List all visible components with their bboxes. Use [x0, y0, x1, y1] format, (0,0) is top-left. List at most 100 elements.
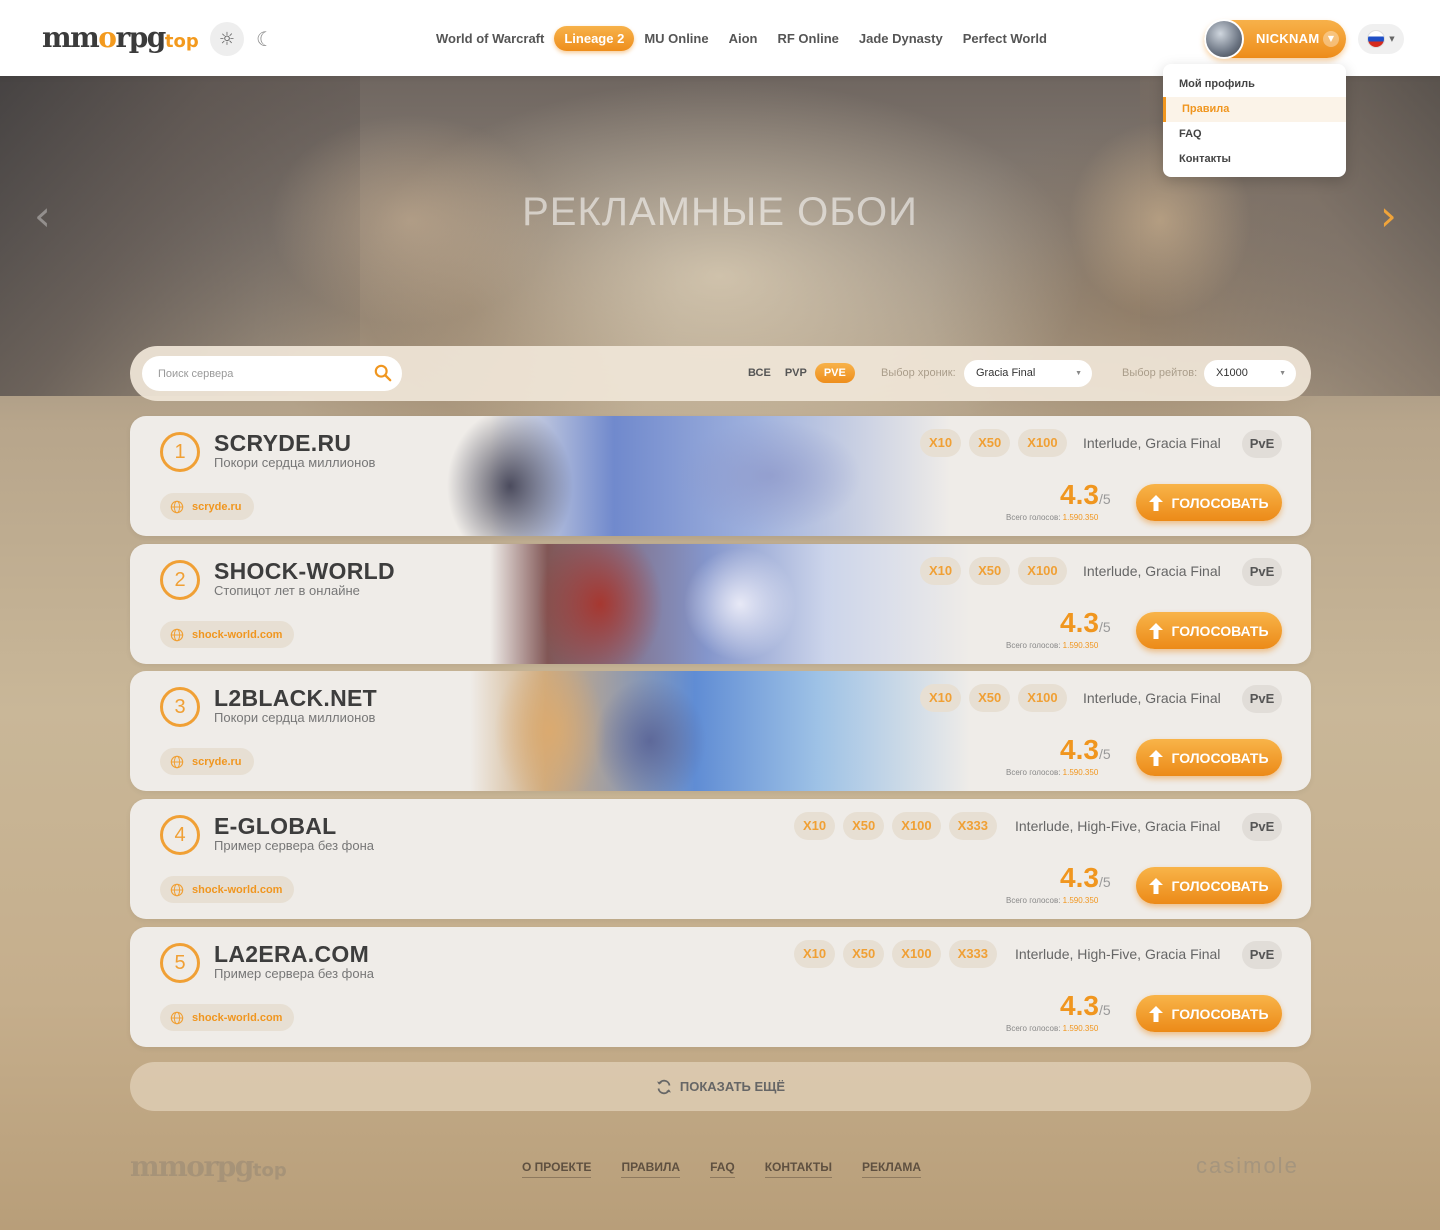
server-site-link[interactable]: scryde.ru	[160, 493, 254, 520]
studio-logo[interactable]: casimole	[1196, 1153, 1299, 1179]
vote-button[interactable]: ГОЛОСОВАТЬ	[1136, 739, 1282, 776]
language-selector[interactable]: ▼	[1358, 24, 1404, 54]
chronicle-value: Gracia Final	[976, 367, 1036, 379]
server-site-link[interactable]: shock-world.com	[160, 1004, 295, 1031]
type-filters: ВСЕ PVP PVE	[742, 363, 855, 383]
server-card[interactable]: 2 SHOCK-WORLD Стопицот лет в онлайне sho…	[130, 544, 1311, 664]
rate-select[interactable]: X1000 ▼	[1204, 360, 1296, 387]
server-card[interactable]: 5 LA2ERA.COM Пример сервера без фона sho…	[130, 927, 1311, 1047]
game-nav: World of Warcraft Lineage 2 MU Online Ai…	[426, 26, 1057, 51]
rate-chip: X50	[843, 940, 885, 968]
rate-chip: X50	[969, 557, 1011, 585]
filter-pve[interactable]: PVE	[814, 363, 855, 383]
server-site-text: shock-world.com	[192, 883, 283, 896]
filter-all[interactable]: ВСЕ	[742, 363, 777, 383]
rate-value: X1000	[1216, 367, 1248, 379]
site-logo[interactable]: mmorpgtop	[42, 20, 199, 56]
rate-chip: X333	[948, 812, 998, 840]
server-name[interactable]: SHOCK-WORLD	[214, 558, 395, 585]
globe-icon	[170, 1011, 184, 1024]
dropdown-item-profile[interactable]: Мой профиль	[1163, 72, 1346, 97]
slider-prev-icon[interactable]: ‹	[34, 195, 64, 237]
votes-total: Всего голосов: 1.590.350	[1006, 641, 1099, 650]
votes-total: Всего голосов: 1.590.350	[1006, 1024, 1099, 1033]
rank-badge: 3	[160, 687, 200, 727]
rate-label: Выбор рейтов:	[1122, 367, 1198, 379]
filter-bar: ВСЕ PVP PVE Выбор хроник: Gracia Final ▼…	[130, 346, 1311, 401]
server-description: Пример сервера без фона	[214, 838, 375, 853]
rate-chip: X50	[969, 684, 1011, 712]
rate-chip: X10	[920, 684, 962, 712]
server-name[interactable]: LA2ERA.COM	[214, 941, 369, 968]
nav-item[interactable]: World of Warcraft	[426, 26, 554, 51]
footer-link-faq[interactable]: FAQ	[710, 1160, 735, 1178]
server-name[interactable]: E-GLOBAL	[214, 813, 337, 840]
server-rating: 4.3/5	[1060, 862, 1111, 893]
footer-logo[interactable]: mmorpgtop	[130, 1150, 287, 1183]
user-menu-button[interactable]: NICKNAM ▼	[1204, 19, 1346, 59]
server-card[interactable]: 1 SCRYDE.RU Покори сердца миллионов scry…	[130, 416, 1311, 536]
server-site-link[interactable]: shock-world.com	[160, 876, 295, 903]
rate-chip: X100	[1018, 429, 1067, 457]
rate-chips: X10 X50 X100	[920, 557, 1067, 585]
user-name: NICKNAM	[1256, 31, 1320, 46]
vote-button[interactable]: ГОЛОСОВАТЬ	[1136, 995, 1282, 1032]
slider-next-icon[interactable]: ›	[1380, 195, 1410, 237]
nav-item-active[interactable]: Lineage 2	[554, 26, 635, 51]
server-chronicles: Interlude, Gracia Final	[1083, 435, 1221, 451]
server-description: Стопицот лет в онлайне	[214, 583, 360, 598]
dropdown-item-faq[interactable]: FAQ	[1163, 122, 1346, 147]
sun-icon[interactable]: ☼	[210, 22, 244, 56]
chronicle-select[interactable]: Gracia Final ▼	[964, 360, 1092, 387]
footer-link-contacts[interactable]: КОНТАКТЫ	[764, 1160, 832, 1178]
votes-total: Всего голосов: 1.590.350	[1006, 896, 1099, 905]
server-site-text: shock-world.com	[192, 1011, 283, 1024]
rank-badge: 1	[160, 432, 200, 472]
server-rating: 4.3/5	[1060, 734, 1111, 765]
server-description: Покори сердца миллионов	[214, 455, 376, 470]
server-rating: 4.3/5	[1060, 990, 1111, 1021]
server-card[interactable]: 4 E-GLOBAL Пример сервера без фона shock…	[130, 799, 1311, 919]
nav-item[interactable]: Aion	[719, 26, 768, 51]
server-banner-art	[470, 671, 970, 791]
moon-icon[interactable]: ☾	[252, 26, 278, 52]
vote-button[interactable]: ГОЛОСОВАТЬ	[1136, 867, 1282, 904]
search-box	[142, 356, 402, 391]
vote-button[interactable]: ГОЛОСОВАТЬ	[1136, 484, 1282, 521]
filter-pvp[interactable]: PVP	[779, 363, 813, 383]
search-input[interactable]	[158, 356, 358, 391]
show-more-label: ПОКАЗАТЬ ЕЩЁ	[679, 1079, 786, 1094]
chevron-down-icon: ▼	[1389, 35, 1395, 43]
server-name[interactable]: L2BLACK.NET	[214, 685, 377, 712]
nav-item[interactable]: Jade Dynasty	[849, 26, 953, 51]
rate-chip: X50	[969, 429, 1011, 457]
search-icon[interactable]	[374, 364, 392, 382]
rate-chip: X100	[1018, 557, 1067, 585]
server-site-link[interactable]: shock-world.com	[160, 621, 295, 648]
server-name[interactable]: SCRYDE.RU	[214, 430, 351, 457]
dropdown-item-contacts[interactable]: Контакты	[1163, 147, 1346, 172]
footer-link-rules[interactable]: ПРАВИЛА	[621, 1160, 681, 1178]
show-more-button[interactable]: ПОКАЗАТЬ ЕЩЁ	[130, 1062, 1311, 1111]
server-card[interactable]: 3 L2BLACK.NET Покори сердца миллионов sc…	[130, 671, 1311, 791]
footer-link-about[interactable]: О ПРОЕКТЕ	[522, 1160, 592, 1178]
mode-badge: PvE	[1242, 430, 1282, 458]
rate-chip: X10	[920, 557, 962, 585]
rate-chip: X10	[794, 940, 836, 968]
arrow-up-icon	[1149, 494, 1164, 511]
nav-item[interactable]: RF Online	[767, 26, 848, 51]
server-chronicles: Interlude, High-Five, Gracia Final	[1015, 946, 1221, 962]
vote-button[interactable]: ГОЛОСОВАТЬ	[1136, 612, 1282, 649]
nav-item[interactable]: MU Online	[634, 26, 718, 51]
arrow-up-icon	[1149, 1005, 1164, 1022]
rate-chip: X10	[920, 429, 962, 457]
footer-link-ads[interactable]: РЕКЛАМА	[862, 1160, 922, 1178]
mode-badge: PvE	[1242, 941, 1282, 969]
dropdown-item-rules[interactable]: Правила	[1163, 97, 1346, 122]
chevron-down-icon: ▼	[1279, 370, 1286, 377]
server-site-link[interactable]: scryde.ru	[160, 748, 254, 775]
user-dropdown: Мой профиль Правила FAQ Контакты	[1163, 64, 1346, 177]
nav-item[interactable]: Perfect World	[953, 26, 1057, 51]
server-rating: 4.3/5	[1060, 607, 1111, 638]
mode-badge: PvE	[1242, 685, 1282, 713]
